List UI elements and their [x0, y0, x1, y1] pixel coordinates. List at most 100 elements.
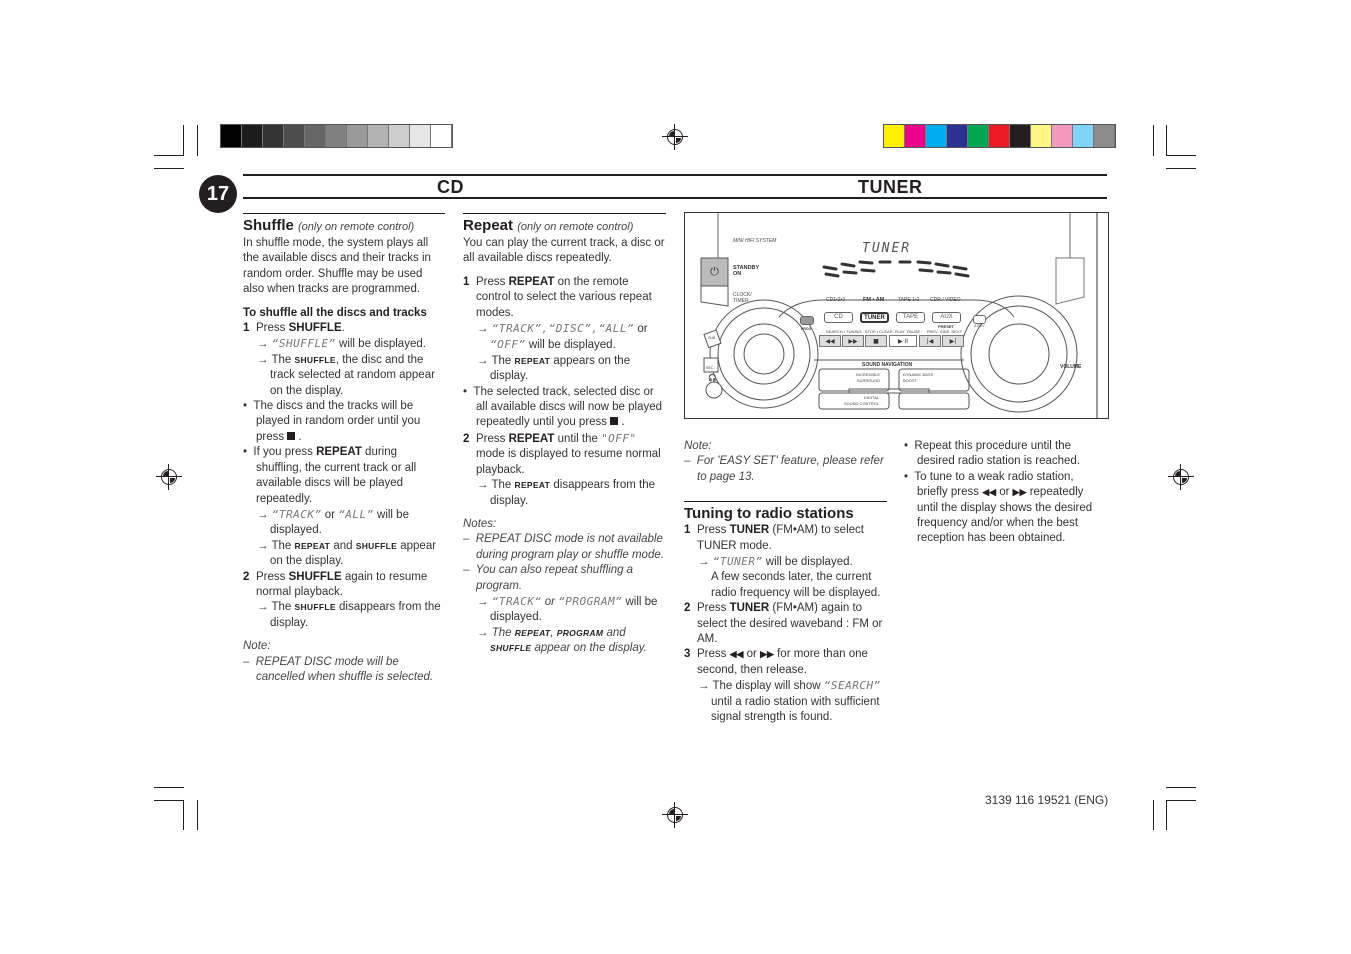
tuner-bullets-column: • Repeat this procedure until the desire… [904, 439, 1104, 547]
grayscale-swatch [368, 125, 389, 147]
sound-navigation-label: SOUND NAVIGATION [862, 362, 913, 368]
repeat-note-2-result-2: → The REPEAT, PROGRAM and SHUFFLE appear… [477, 626, 647, 655]
shuffle-subheading: To shuffle all the discs and tracks [243, 306, 427, 319]
source-label-fm-am: FM • AM [863, 297, 885, 303]
source-label-tape: TAPE 1•2 [898, 297, 920, 303]
rewind-icon: ◀◀ [982, 487, 997, 498]
color-swatch [947, 125, 968, 147]
tuner-note-label: Note: [684, 440, 712, 452]
source-label-cd: CD1•2•3 [826, 297, 846, 303]
prog-label: PROG [801, 327, 812, 331]
tuner-step-3: 3 Press ◀◀ or ▶▶ for more than one second… [684, 648, 868, 676]
rewind-icon: ◀◀ [729, 649, 744, 660]
shuffle-step-2: 2 Press SHUFFLE again to resume normal pl… [243, 570, 428, 598]
tuner-step-2: 2 Press TUNER (FM•AM) again to select the… [684, 602, 883, 646]
dub-button[interactable]: DUB [708, 336, 715, 340]
aux-button[interactable]: AUX [932, 312, 961, 323]
grayscale-swatch [305, 125, 326, 147]
tuner-note-1: – For 'EASY SET' feature, please refer t… [684, 455, 884, 483]
tuner-step-1-result-1-cont: A few seconds later, the current radio f… [711, 571, 881, 599]
repeat-step-1: 1 Press REPEAT on the remote control to s… [463, 275, 652, 319]
rec-button[interactable]: REC [706, 366, 713, 370]
transport-labels: SEARCH • TUNING STOP • CLEAR PLAY PAUSE … [826, 329, 963, 334]
grayscale-swatch [284, 125, 305, 147]
stereo-front-panel-illustration: MINI HIFI SYSTEM TUNER ⏻ STANDBY ON CLOC… [684, 212, 1109, 419]
arrow-icon: → [477, 354, 492, 367]
arrow-icon: → [477, 323, 492, 336]
repeat-intro: You can play the current track, a disc o… [463, 237, 665, 265]
incredible-surround-button[interactable]: INCREDIBLE SURROUND [856, 372, 880, 383]
grayscale-swatch [431, 125, 452, 147]
tuner-bullet-1: • Repeat this procedure until the desire… [904, 440, 1081, 468]
fast-forward-icon: ▶▶ [1012, 487, 1027, 498]
arrow-icon: → [257, 601, 272, 614]
standby-button[interactable]: ⏻ [701, 258, 728, 286]
section-title-tuner: TUNER [858, 177, 923, 197]
stop-button[interactable]: ■ [865, 335, 887, 347]
arrow-icon: → [698, 680, 713, 693]
repeat-step-2: 2 Press REPEAT until the "OFF" mode is di… [463, 431, 661, 476]
arev-label: A.REV [974, 324, 985, 328]
tuning-heading: Tuning to radio stations [684, 501, 887, 523]
brand-text: MINI HIFI SYSTEM [733, 238, 777, 244]
arrow-icon: → [257, 338, 272, 351]
dynamic-bass-boost-button[interactable]: DYNAMIC BASS BOOST [903, 372, 933, 383]
tape-button[interactable]: TAPE [896, 312, 925, 323]
grayscale-swatch [410, 125, 431, 147]
stop-icon [610, 417, 619, 426]
shuffle-note-1: – REPEAT DISC mode will be cancelled whe… [243, 655, 434, 683]
document-code: 3139 116 19521 (ENG) [985, 793, 1109, 807]
grayscale-swatch [242, 125, 263, 147]
shuffle-step-1-result-2: → The SHUFFLE, the disc and the track se… [257, 353, 435, 397]
rewind-button[interactable]: ◀◀ [819, 335, 841, 347]
arev-button[interactable] [973, 315, 986, 324]
digital-sound-control-button[interactable]: DIGITAL SOUND CONTROL [844, 395, 879, 406]
registration-mark-bottom [662, 802, 688, 828]
shuffle-note-label: Note: [243, 640, 271, 653]
arrow-icon: → [257, 353, 272, 366]
color-calibration-bar [883, 124, 1116, 148]
play-pause-button[interactable]: ▶ II [889, 335, 917, 347]
shuffle-step-1: 1 Press SHUFFLE. [243, 322, 345, 335]
grayscale-swatch [389, 125, 410, 147]
tuner-button[interactable]: TUNER [860, 312, 889, 323]
color-swatch [1094, 125, 1115, 147]
shuffle-step-1-result-1: → “SHUFFLE” will be displayed. [257, 337, 426, 351]
shuffle-step-2-result-1: → The SHUFFLE disappears from the displa… [257, 601, 441, 629]
repeat-column: Repeat (only on remote control) You can … [463, 213, 666, 657]
prev-button[interactable]: |◀ [919, 335, 941, 347]
arrow-icon: → [257, 539, 272, 552]
repeat-bullet-1: • The selected track, selected disc or a… [463, 385, 663, 429]
color-swatch [1052, 125, 1073, 147]
standby-label: STANDBY ON [733, 265, 760, 277]
repeat-note-2: – You can also repeat shuffling a progra… [463, 564, 634, 592]
grayscale-swatch [221, 125, 242, 147]
color-swatch [905, 125, 926, 147]
color-swatch [1010, 125, 1031, 147]
repeat-step-1-result-1: → “TRACK”,“DISC”,“ALL” or “OFF” will be … [477, 322, 648, 352]
arrow-icon: → [698, 556, 713, 569]
repeat-step-1-result-2: → The REPEAT appears on the display. [477, 354, 631, 383]
grayscale-swatch [326, 125, 347, 147]
next-button[interactable]: ▶| [942, 335, 964, 347]
cd-button[interactable]: CD [824, 312, 853, 323]
registration-mark-top [662, 124, 688, 150]
grayscale-calibration-bar [220, 124, 453, 148]
registration-mark-right [1168, 464, 1194, 490]
fast-forward-icon: ▶▶ [760, 649, 774, 660]
color-swatch [926, 125, 947, 147]
arrow-icon: → [477, 479, 492, 492]
color-swatch [884, 125, 905, 147]
grayscale-swatch [263, 125, 284, 147]
color-swatch [1031, 125, 1052, 147]
shuffle-intro: In shuffle mode, the system plays all th… [243, 237, 431, 296]
repeat-notes-label: Notes: [463, 517, 497, 530]
fast-forward-button[interactable]: ▶▶ [842, 335, 864, 347]
grayscale-swatch [347, 125, 368, 147]
arrow-icon: → [477, 626, 492, 639]
page-number-badge: 17 [199, 175, 237, 213]
prog-button[interactable] [800, 316, 814, 325]
header-rule-top [243, 174, 1107, 176]
color-swatch [989, 125, 1010, 147]
repeat-note-2-result-1: → “TRACK“ or “PROGRAM” will be displayed… [477, 594, 658, 624]
